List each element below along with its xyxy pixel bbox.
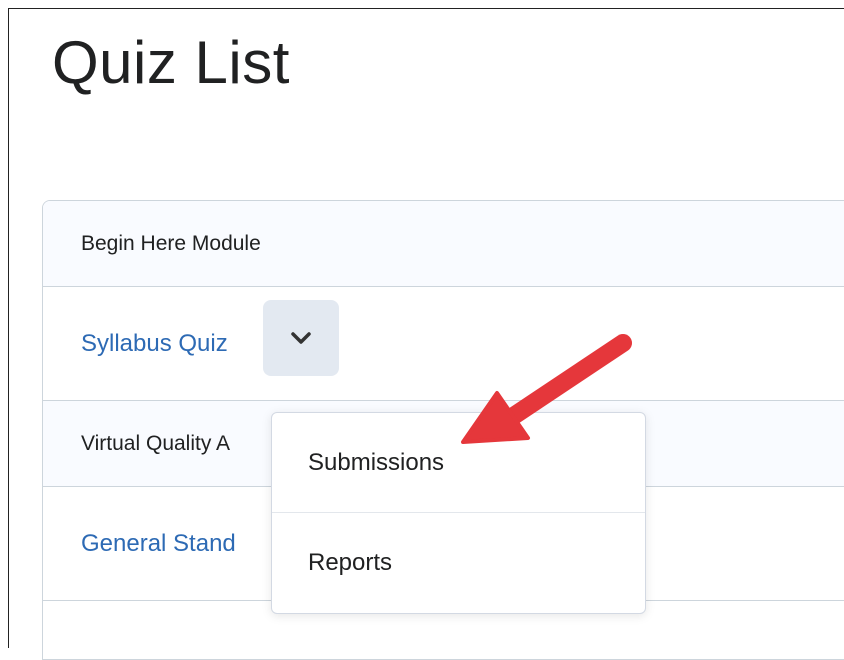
module-title: Virtual Quality A xyxy=(81,431,231,455)
menu-item-reports[interactable]: Reports xyxy=(272,513,645,613)
quiz-actions-dropdown: Submissions Reports xyxy=(271,412,646,614)
quiz-actions-menu-button[interactable] xyxy=(263,300,339,376)
quiz-row-syllabus: Syllabus Quiz xyxy=(43,287,844,401)
top-margin xyxy=(0,0,844,8)
module-title: Begin Here Module xyxy=(81,231,261,255)
menu-item-label: Reports xyxy=(308,549,393,576)
chevron-down-icon xyxy=(291,332,311,344)
menu-item-label: Submissions xyxy=(308,448,445,476)
quiz-link-general-standards[interactable]: General Stand xyxy=(81,530,236,558)
module-row-begin-here: Begin Here Module xyxy=(43,201,844,287)
page-title: Quiz List xyxy=(52,29,290,96)
quiz-link-syllabus[interactable]: Syllabus Quiz xyxy=(81,330,228,358)
menu-item-submissions[interactable]: Submissions xyxy=(272,413,645,513)
